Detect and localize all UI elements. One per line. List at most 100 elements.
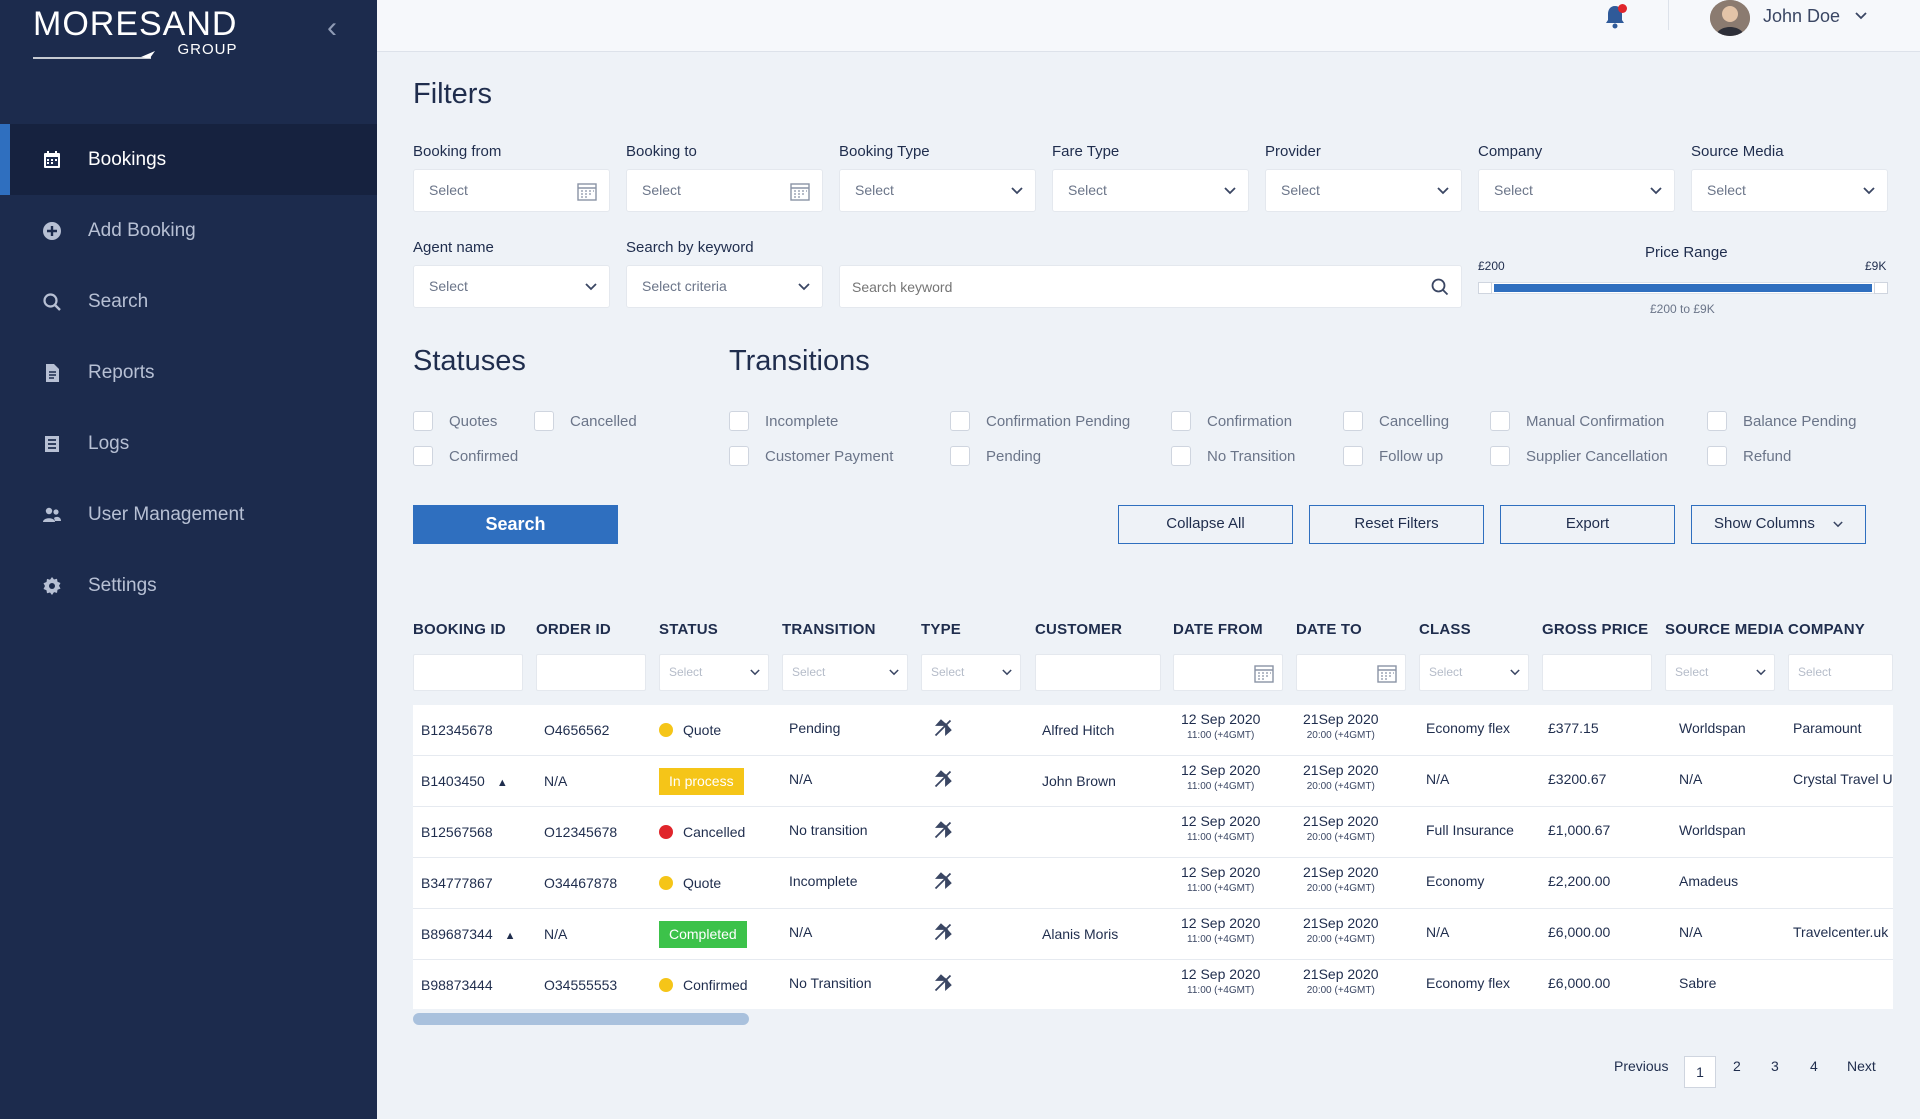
transition-checkbox-supplier-cancellation[interactable]: Supplier Cancellation — [1490, 446, 1668, 466]
company-select[interactable]: Select — [1478, 169, 1675, 212]
column-filter-gross-price[interactable] — [1542, 654, 1652, 691]
bell-icon[interactable] — [1603, 4, 1627, 30]
price-max-handle[interactable] — [1874, 282, 1888, 294]
column-header-order-id[interactable]: ORDER ID — [536, 621, 611, 638]
transition-checkbox-incomplete[interactable]: Incomplete — [729, 411, 838, 431]
expand-caret-icon[interactable]: ▲ — [505, 930, 516, 942]
search-input[interactable] — [840, 266, 1400, 307]
export-button[interactable]: Export — [1500, 505, 1675, 544]
booking-type-select[interactable]: Select — [839, 169, 1036, 212]
column-header-class[interactable]: CLASS — [1419, 621, 1471, 638]
table-row[interactable]: B12345678 O4656562 Quote Pending Alfred Hitc… — [413, 705, 1893, 756]
column-filter-type[interactable]: Select — [921, 654, 1021, 691]
search-button[interactable]: Search — [413, 505, 618, 544]
checkbox[interactable] — [413, 446, 433, 466]
booking-id-cell[interactable]: B12345678 — [421, 722, 493, 738]
transition-checkbox-pending[interactable]: Pending — [950, 446, 1041, 466]
table-row[interactable]: B89687344 ▲ N/A Completed N/A Alanis Moris 12 … — [413, 909, 1893, 960]
checkbox[interactable] — [1343, 446, 1363, 466]
transition-checkbox-balance-pending[interactable]: Balance Pending — [1707, 411, 1856, 431]
reset-filters-button[interactable]: Reset Filters — [1309, 505, 1484, 544]
search-icon[interactable] — [1431, 266, 1449, 307]
booking-id-cell[interactable]: B89687344 ▲ — [421, 926, 516, 942]
column-filter-class[interactable]: Select — [1419, 654, 1529, 691]
checkbox[interactable] — [1343, 411, 1363, 431]
booking-from-field[interactable]: Select — [413, 169, 610, 212]
column-header-source-media[interactable]: SOURCE MEDIA — [1665, 621, 1784, 638]
search-criteria-select[interactable]: Select criteria — [626, 265, 823, 308]
price-min-handle[interactable] — [1478, 282, 1492, 294]
checkbox[interactable] — [950, 446, 970, 466]
column-header-type[interactable]: TYPE — [921, 621, 961, 638]
column-header-booking-id[interactable]: BOOKING ID — [413, 621, 506, 638]
pagination-page-1[interactable]: 1 — [1684, 1056, 1716, 1088]
source-media-select[interactable]: Select — [1691, 169, 1888, 212]
sidebar-item-user-management[interactable]: User Management — [0, 479, 377, 550]
status-checkbox-confirmed[interactable]: Confirmed — [413, 446, 518, 466]
status-checkbox-quotes[interactable]: Quotes — [413, 411, 497, 431]
calendar-icon[interactable] — [1377, 655, 1397, 690]
calendar-icon[interactable] — [790, 170, 810, 211]
table-row[interactable]: B98873444 O34555553 Confirmed No Transition… — [413, 960, 1893, 1009]
sidebar-item-add-booking[interactable]: Add Booking — [0, 195, 377, 266]
checkbox[interactable] — [950, 411, 970, 431]
keyword-search-field[interactable] — [839, 265, 1462, 308]
booking-id-cell[interactable]: B1403450 ▲ — [421, 773, 508, 789]
user-name[interactable]: John Doe — [1763, 6, 1840, 27]
booking-id-cell[interactable]: B34777867 — [421, 875, 493, 891]
column-filter-date-from[interactable] — [1173, 654, 1283, 691]
pagination-page-3[interactable]: 3 — [1771, 1058, 1779, 1074]
horizontal-scrollbar[interactable] — [413, 1011, 1893, 1026]
show-columns-button[interactable]: Show Columns — [1691, 505, 1866, 544]
transition-checkbox-customer-payment[interactable]: Customer Payment — [729, 446, 893, 466]
expand-caret-icon[interactable]: ▲ — [497, 777, 508, 789]
checkbox[interactable] — [729, 446, 749, 466]
column-header-company[interactable]: COMPANY — [1788, 621, 1865, 638]
transition-checkbox-confirmation-pending[interactable]: Confirmation Pending — [950, 411, 1130, 431]
column-header-transition[interactable]: TRANSITION — [782, 621, 876, 638]
checkbox[interactable] — [1490, 446, 1510, 466]
sidebar-item-reports[interactable]: Reports — [0, 337, 377, 408]
transition-checkbox-cancelling[interactable]: Cancelling — [1343, 411, 1449, 431]
sidebar-item-logs[interactable]: Logs — [0, 408, 377, 479]
checkbox[interactable] — [413, 411, 433, 431]
table-row[interactable]: B1403450 ▲ N/A In process N/A John Brown 12 Se… — [413, 756, 1893, 807]
checkbox[interactable] — [534, 411, 554, 431]
column-header-gross-price[interactable]: GROSS PRICE — [1542, 621, 1648, 638]
pagination-page-2[interactable]: 2 — [1733, 1058, 1741, 1074]
column-filter-status[interactable]: Select — [659, 654, 769, 691]
collapse-sidebar-icon[interactable]: ‹ — [318, 12, 346, 44]
chevron-down-icon[interactable] — [1855, 4, 1867, 25]
booking-id-cell[interactable]: B12567568 — [421, 824, 493, 840]
column-filter-customer[interactable] — [1035, 654, 1161, 691]
provider-select[interactable]: Select — [1265, 169, 1462, 212]
column-filter-transition[interactable]: Select — [782, 654, 908, 691]
column-header-status[interactable]: STATUS — [659, 621, 718, 638]
column-header-customer[interactable]: CUSTOMER — [1035, 621, 1122, 638]
transition-checkbox-refund[interactable]: Refund — [1707, 446, 1791, 466]
column-header-date-to[interactable]: DATE TO — [1296, 621, 1362, 638]
collapse-all-button[interactable]: Collapse All — [1118, 505, 1293, 544]
pagination-page-4[interactable]: 4 — [1810, 1058, 1818, 1074]
calendar-icon[interactable] — [577, 170, 597, 211]
scrollbar-thumb[interactable] — [413, 1013, 749, 1025]
agent-name-select[interactable]: Select — [413, 265, 610, 308]
checkbox[interactable] — [1707, 411, 1727, 431]
transition-checkbox-follow-up[interactable]: Follow up — [1343, 446, 1443, 466]
table-row[interactable]: B34777867 O34467878 Quote Incomplete 12 Sep … — [413, 858, 1893, 909]
booking-to-field[interactable]: Select — [626, 169, 823, 212]
pagination-previous[interactable]: Previous — [1614, 1058, 1668, 1074]
transition-checkbox-confirmation[interactable]: Confirmation — [1171, 411, 1292, 431]
checkbox[interactable] — [1707, 446, 1727, 466]
booking-id-cell[interactable]: B98873444 — [421, 977, 493, 993]
column-filter-date-to[interactable] — [1296, 654, 1406, 691]
checkbox[interactable] — [1171, 446, 1191, 466]
transition-checkbox-manual-confirmation[interactable]: Manual Confirmation — [1490, 411, 1664, 431]
column-filter-order-id[interactable] — [536, 654, 646, 691]
transition-checkbox-no-transition[interactable]: No Transition — [1171, 446, 1295, 466]
column-header-date-from[interactable]: DATE FROM — [1173, 621, 1263, 638]
fare-type-select[interactable]: Select — [1052, 169, 1249, 212]
sidebar-item-settings[interactable]: Settings — [0, 550, 377, 621]
column-filter-booking-id[interactable] — [413, 654, 523, 691]
calendar-icon[interactable] — [1254, 655, 1274, 690]
